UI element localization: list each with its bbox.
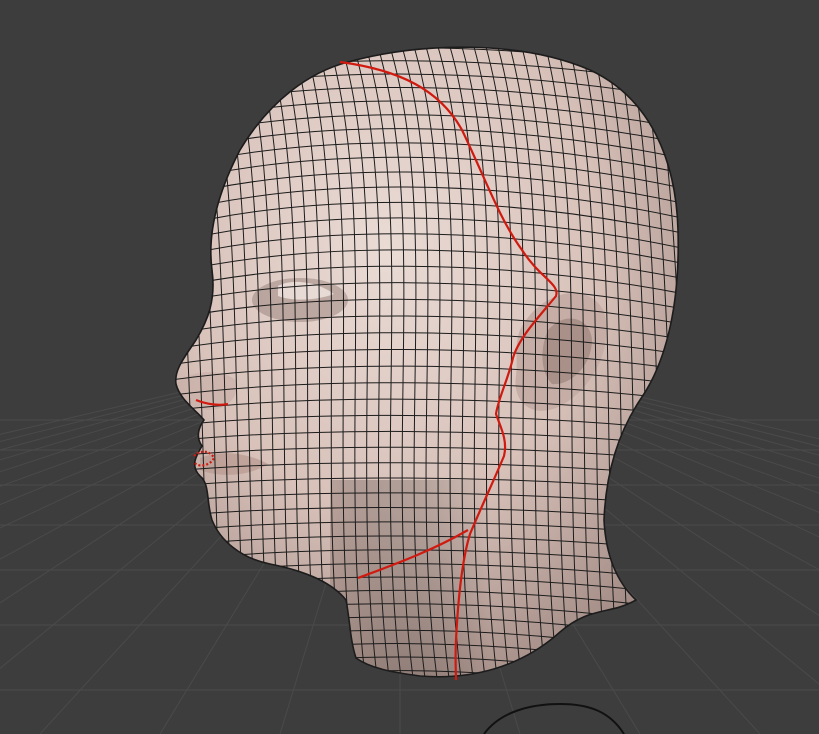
orbit-gizmo-icon[interactable] <box>483 702 625 734</box>
neck-shadow <box>330 480 650 677</box>
viewport-canvas[interactable] <box>0 0 819 734</box>
wire-edge-loop <box>150 684 700 717</box>
3d-viewport[interactable] <box>0 0 819 734</box>
